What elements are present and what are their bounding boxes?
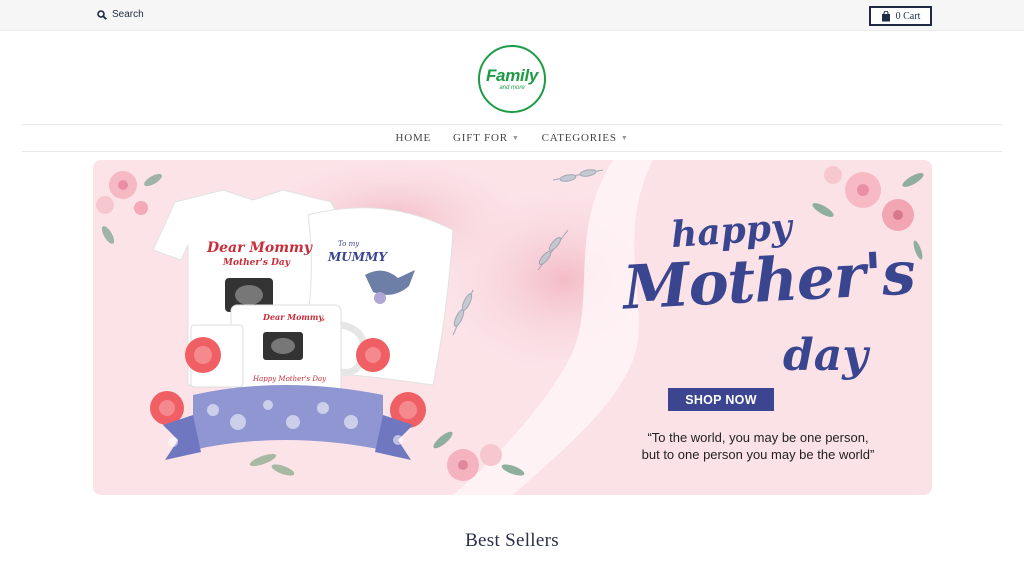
hero-quote-line1: “To the world, you may be one person, — [647, 430, 869, 445]
mug-text-bottom: Happy Mother's Day — [253, 375, 327, 383]
hero-banner[interactable]: Dear Mommy Mother's Day To my MUMMY Dear… — [93, 160, 932, 495]
cart-button[interactable]: 0 Cart — [869, 6, 932, 26]
nav-item-label: CATEGORIES — [541, 132, 617, 144]
pillow-text-line2: MUMMY — [328, 250, 387, 264]
shirt-text-subtitle: Mother's Day — [223, 258, 290, 268]
top-bar: Search 0 Cart — [0, 0, 1024, 31]
nav-item-label: GIFT FOR — [453, 132, 508, 144]
logo-text: Family — [485, 66, 539, 85]
mug-text-title: Dear Mommy, — [263, 312, 325, 322]
caret-down-icon: ▼ — [511, 134, 520, 142]
caret-down-icon: ▼ — [620, 134, 629, 142]
logo-subtext: and more — [499, 85, 525, 91]
pillow-text-line1: To my — [338, 240, 360, 248]
hero-quote-line2: but to one person you may be the world” — [641, 447, 875, 462]
main-nav: HOME GIFT FOR ▼ CATEGORIES ▼ — [0, 125, 1024, 151]
shopping-bag-icon — [881, 10, 890, 21]
nav-item-gift-for[interactable]: GIFT FOR ▼ — [453, 132, 520, 144]
nav-item-label: HOME — [395, 132, 432, 144]
search-icon — [97, 9, 107, 20]
nav-item-categories[interactable]: CATEGORIES ▼ — [542, 132, 629, 144]
search-link[interactable]: Search — [97, 9, 144, 20]
nav-divider-bottom — [22, 151, 1002, 152]
cart-label: 0 Cart — [895, 10, 921, 22]
site-logo[interactable]: Family and more — [478, 45, 546, 113]
hero-title-day: day — [783, 330, 868, 381]
best-sellers-heading: Best Sellers — [465, 530, 559, 551]
shirt-text-title: Dear Mommy — [207, 240, 312, 256]
nav-item-home[interactable]: HOME — [395, 132, 431, 144]
hero-quote: “To the world, you may be one person, bu… — [593, 429, 923, 463]
shop-now-button[interactable]: SHOP NOW — [668, 388, 774, 411]
search-label: Search — [112, 9, 144, 20]
